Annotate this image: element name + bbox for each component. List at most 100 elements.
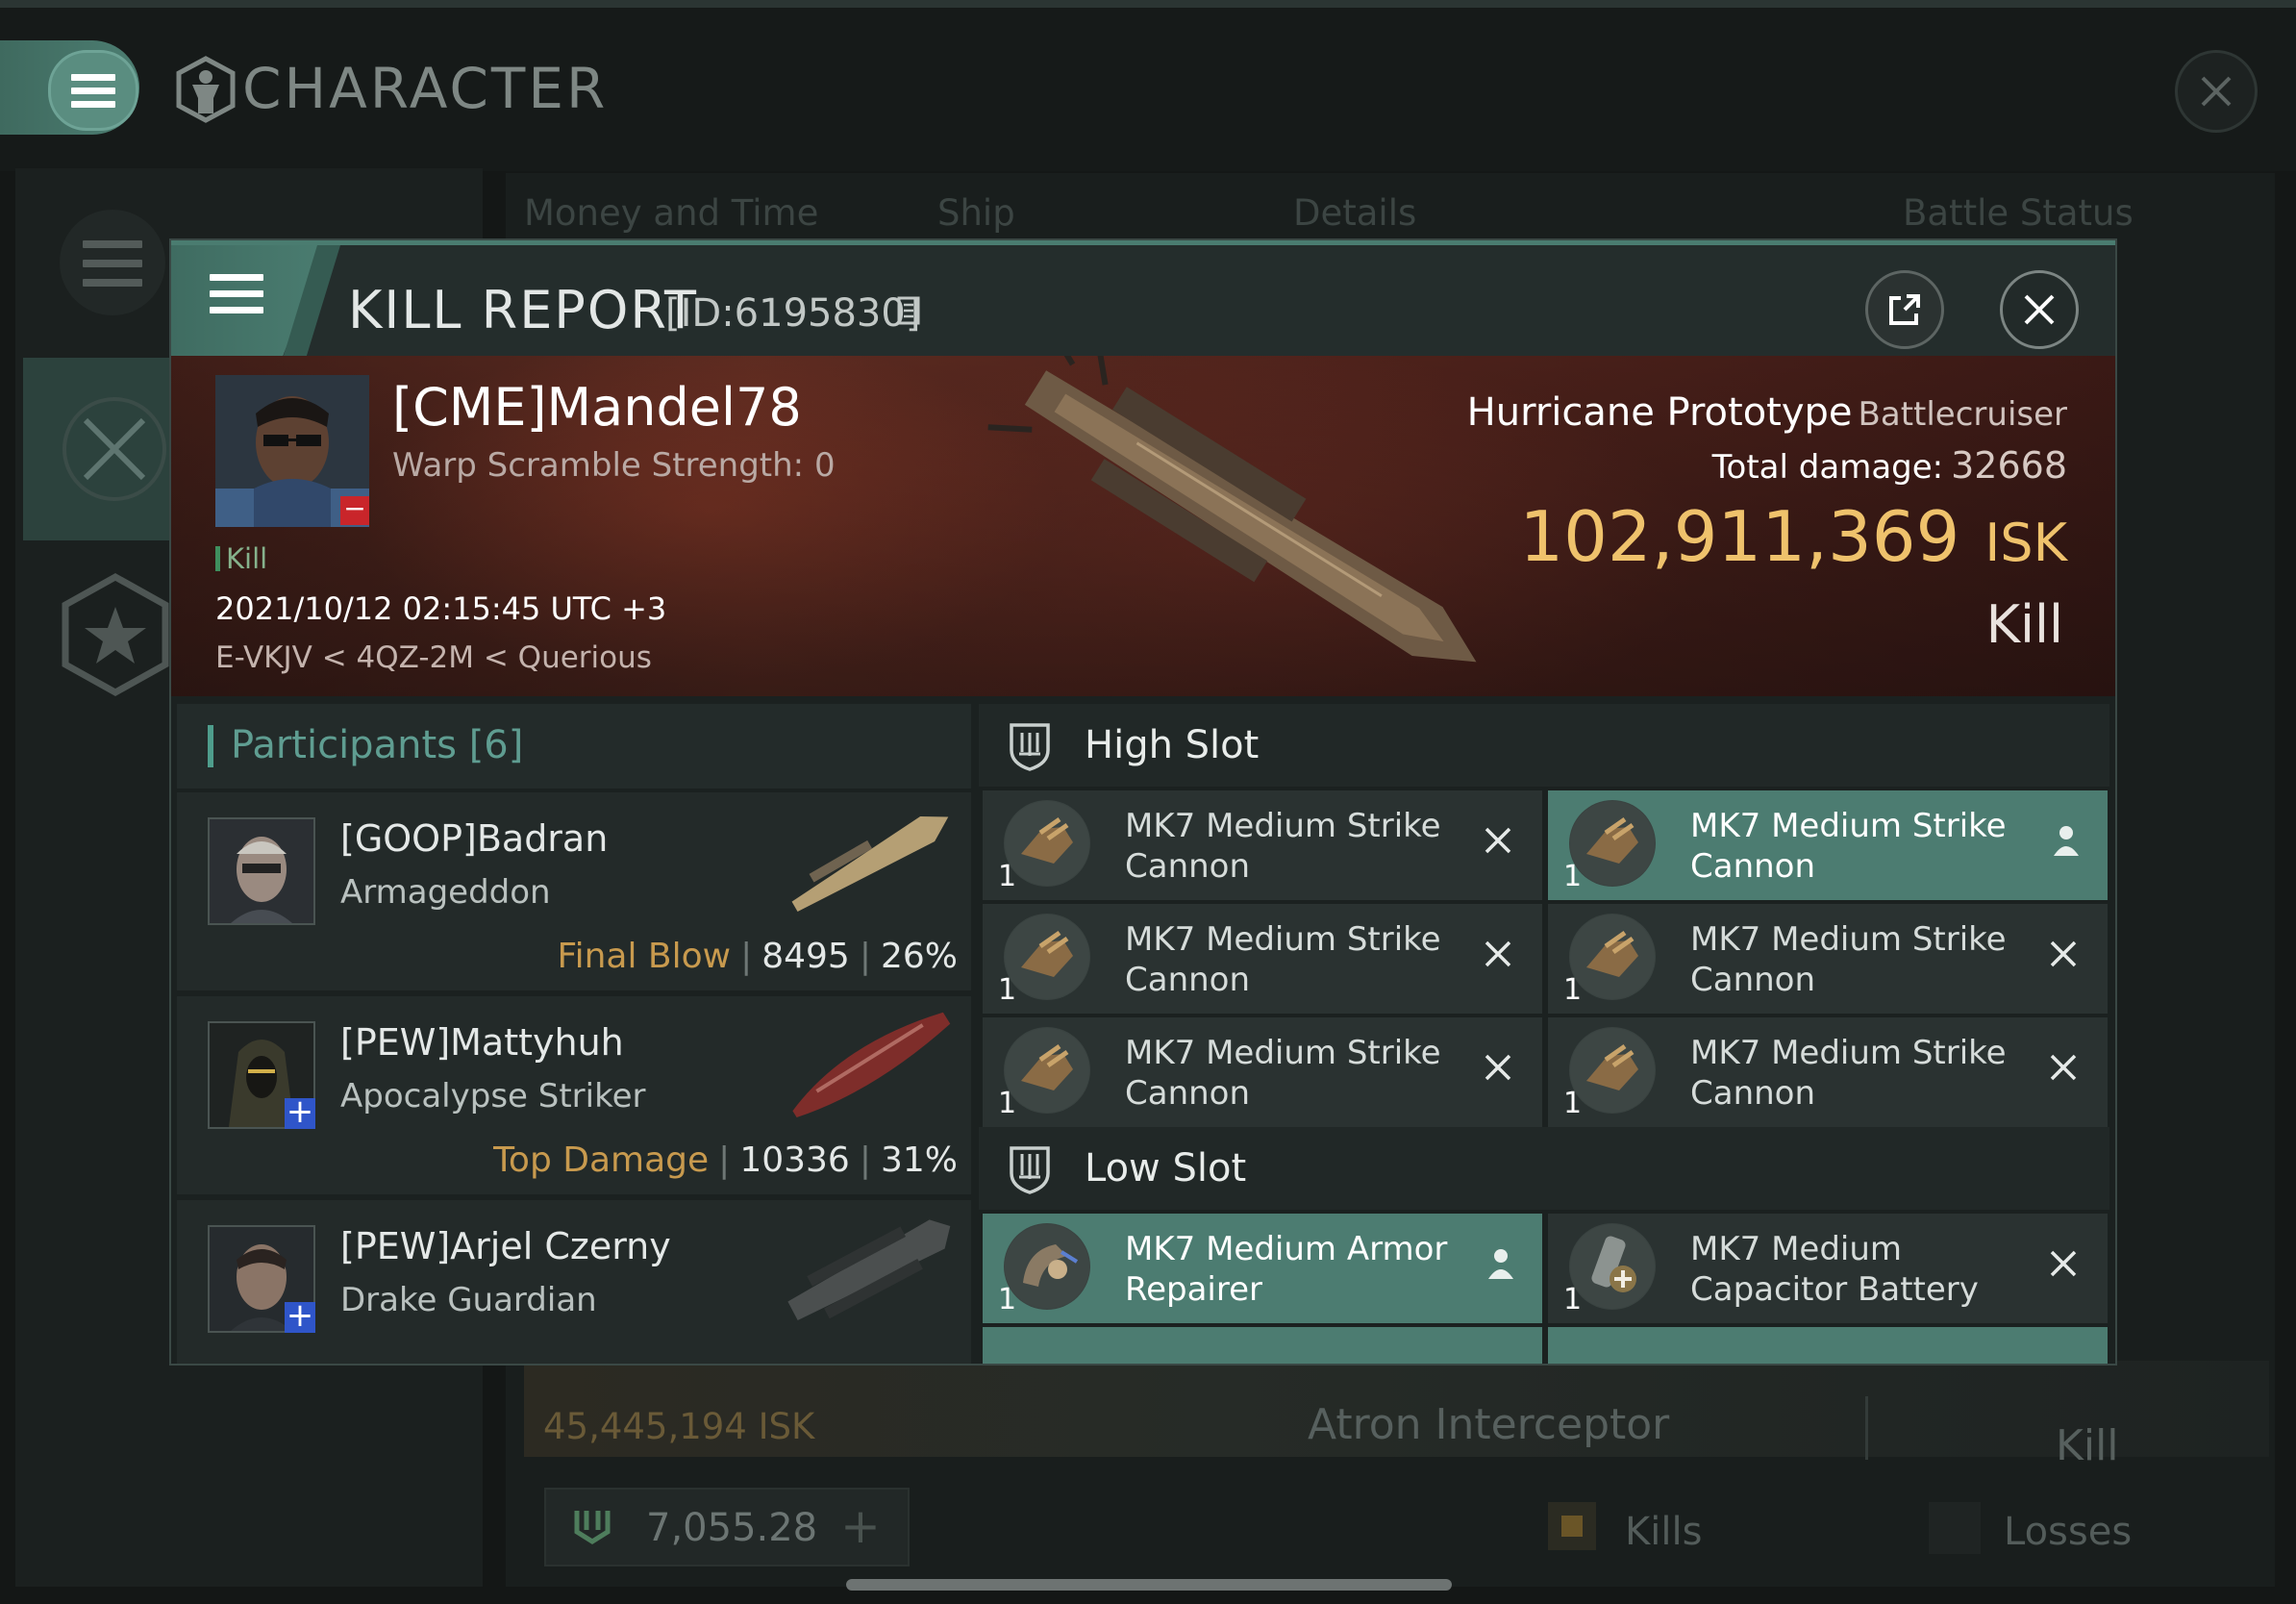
participant-damage: 10336 [739, 1140, 850, 1180]
participant-row[interactable]: + [PEW]Arjel Czerny Drake Guardian [177, 1200, 971, 1364]
external-link-icon [1889, 294, 1920, 325]
isk-value: 102,911,369 ISK [1519, 496, 2067, 577]
participant-role: Final Blow [557, 937, 732, 976]
destroyed-icon [1485, 940, 1511, 967]
report-title: KILL REPORT [348, 280, 698, 340]
module-item-partial[interactable] [1548, 1327, 2108, 1364]
top-border [0, 0, 2296, 8]
victim-ship-image [987, 356, 1477, 663]
armor-repairer-icon [1004, 1223, 1090, 1310]
victim-ship-name[interactable]: Hurricane Prototype Battlecruiser [1467, 390, 2067, 435]
module-name: MK7 Medium Capacitor Battery [1690, 1230, 1979, 1309]
victim-ship-class: Battlecruiser [1858, 395, 2067, 434]
module-name: MK7 Medium Strike Cannon [1125, 920, 1441, 999]
dropped-person-icon [2054, 826, 2079, 856]
module-item[interactable]: 1 MK7 Medium Armor Repairer [983, 1214, 1542, 1323]
destroyed-icon [1485, 827, 1511, 854]
participant-row[interactable]: + [PEW]Mattyhuh Apocalypse Striker Top D… [177, 996, 971, 1194]
home-indicator [846, 1579, 1452, 1591]
main-menu-inner[interactable] [48, 50, 138, 131]
module-name: MK7 Medium Armor Repairer [1125, 1230, 1448, 1309]
participant-ship-image [791, 816, 949, 913]
participants-count: [6] [468, 723, 524, 767]
share-button[interactable] [1865, 270, 1944, 349]
participant-percent: 26% [880, 937, 958, 976]
tab-battle-status[interactable]: Battle Status [1903, 192, 2134, 234]
participant-percent: 31% [880, 1140, 958, 1180]
kill-report-modal: KILL REPORT [ID:6195830] − [CME]Mandel78… [169, 238, 2117, 1366]
participant-stats: Final Blow | 8495 | 26% [557, 937, 958, 976]
high-slot-label: High Slot [1085, 723, 1260, 767]
destroyed-icon [2050, 1250, 2077, 1277]
kill-report-header: KILL REPORT [ID:6195830] [171, 240, 2115, 361]
participant-ship: Armageddon [340, 873, 551, 912]
participants-panel: Participants [6] [GOOP]Badran Armageddon… [177, 704, 977, 1364]
star-badge-icon[interactable] [58, 572, 173, 697]
tab-details[interactable]: Details [1293, 192, 1416, 234]
row-status: Kill [2056, 1421, 2119, 1470]
warp-scramble-strength: Warp Scramble Strength: 0 [392, 446, 836, 485]
tab-ship[interactable]: Ship [937, 192, 1015, 234]
kills-label: Kills [1625, 1510, 1703, 1554]
close-icon [2201, 76, 2232, 107]
kills-checkbox[interactable] [1548, 1502, 1596, 1550]
module-name: MK7 Medium Strike Cannon [1125, 807, 1441, 886]
row-isk-value: 45,445,194 ISK [543, 1406, 815, 1447]
module-name: MK7 Medium Strike Cannon [1690, 920, 2007, 999]
total-damage: Total damage: 32668 [1711, 444, 2067, 487]
close-icon [2024, 294, 2055, 325]
window-close-button[interactable] [2175, 50, 2258, 133]
participant-damage: 8495 [761, 937, 850, 976]
list-icon [83, 229, 142, 298]
strike-cannon-icon [1569, 800, 1656, 887]
report-id: [ID:6195830] [665, 291, 921, 336]
fitting-panel: High Slot 1 MK7 Medium Strike Cannon 1 M… [979, 704, 2115, 1364]
kill-location[interactable]: E-VKJV < 4QZ-2M < Querious [215, 640, 652, 675]
participant-ship-image [792, 1012, 951, 1117]
add-plex-button[interactable]: + [840, 1498, 881, 1554]
strike-cannon-icon [1004, 800, 1090, 887]
module-item[interactable]: 1 MK7 Medium Capacitor Battery [1548, 1214, 2108, 1323]
participant-role: Top Damage [493, 1140, 710, 1180]
module-item[interactable]: 1 MK7 Medium Strike Cannon [983, 790, 1542, 900]
low-slot-label: Low Slot [1085, 1146, 1247, 1190]
participant-ship: Drake Guardian [340, 1281, 597, 1319]
high-slot-icon [1010, 723, 1050, 771]
sidebar-combat-button[interactable] [23, 358, 177, 540]
tab-money-time[interactable]: Money and Time [524, 192, 818, 234]
kill-datetime: 2021/10/12 02:15:45 UTC +3 [215, 590, 667, 627]
participant-plus-badge: + [285, 1092, 315, 1131]
participant-row[interactable]: [GOOP]Badran Armageddon Final Blow | 8495 |… [177, 792, 971, 990]
crossed-swords-icon [62, 397, 166, 501]
participant-stats: Top Damage | 10336 | 31% [493, 1140, 958, 1180]
module-name: MK7 Medium Strike Cannon [1690, 1034, 2007, 1113]
hamburger-icon [71, 67, 115, 114]
participant-portrait [208, 817, 315, 925]
plex-balance-value: 7,055.28 [646, 1506, 818, 1550]
destroyed-icon [2050, 940, 2077, 967]
low-slot-header: Low Slot [979, 1127, 2109, 1210]
row-divider [1865, 1396, 1868, 1460]
close-button[interactable] [2000, 270, 2079, 349]
victim-name[interactable]: [CME]Mandel78 [392, 377, 802, 438]
losses-label: Losses [2004, 1510, 2133, 1554]
participant-name: [PEW]Arjel Czerny [340, 1225, 671, 1267]
participants-header[interactable]: Participants [6] [177, 704, 971, 789]
row-ship-name: Atron Interceptor [1308, 1400, 1670, 1449]
participant-ship: Apocalypse Striker [340, 1077, 646, 1115]
module-item-partial[interactable] [983, 1327, 1542, 1364]
module-item[interactable]: 1 MK7 Medium Strike Cannon [1548, 1017, 2108, 1127]
losses-checkbox[interactable] [1929, 1502, 1981, 1554]
copy-icon[interactable] [896, 295, 925, 328]
module-name: MK7 Medium Strike Cannon [1125, 1034, 1441, 1113]
plex-icon [574, 1511, 611, 1544]
dropped-person-icon [1488, 1249, 1513, 1279]
strike-cannon-icon [1004, 914, 1090, 1000]
strike-cannon-icon [1569, 914, 1656, 1000]
module-item[interactable]: 1 MK7 Medium Strike Cannon [983, 904, 1542, 1014]
module-item[interactable]: 1 MK7 Medium Strike Cannon [983, 1017, 1542, 1127]
module-item[interactable]: 1 MK7 Medium Strike Cannon [1548, 904, 2108, 1014]
sidebar-list-button[interactable] [60, 210, 165, 315]
module-item[interactable]: 1 MK7 Medium Strike Cannon [1548, 790, 2108, 900]
participant-plus-badge: + [285, 1296, 315, 1335]
